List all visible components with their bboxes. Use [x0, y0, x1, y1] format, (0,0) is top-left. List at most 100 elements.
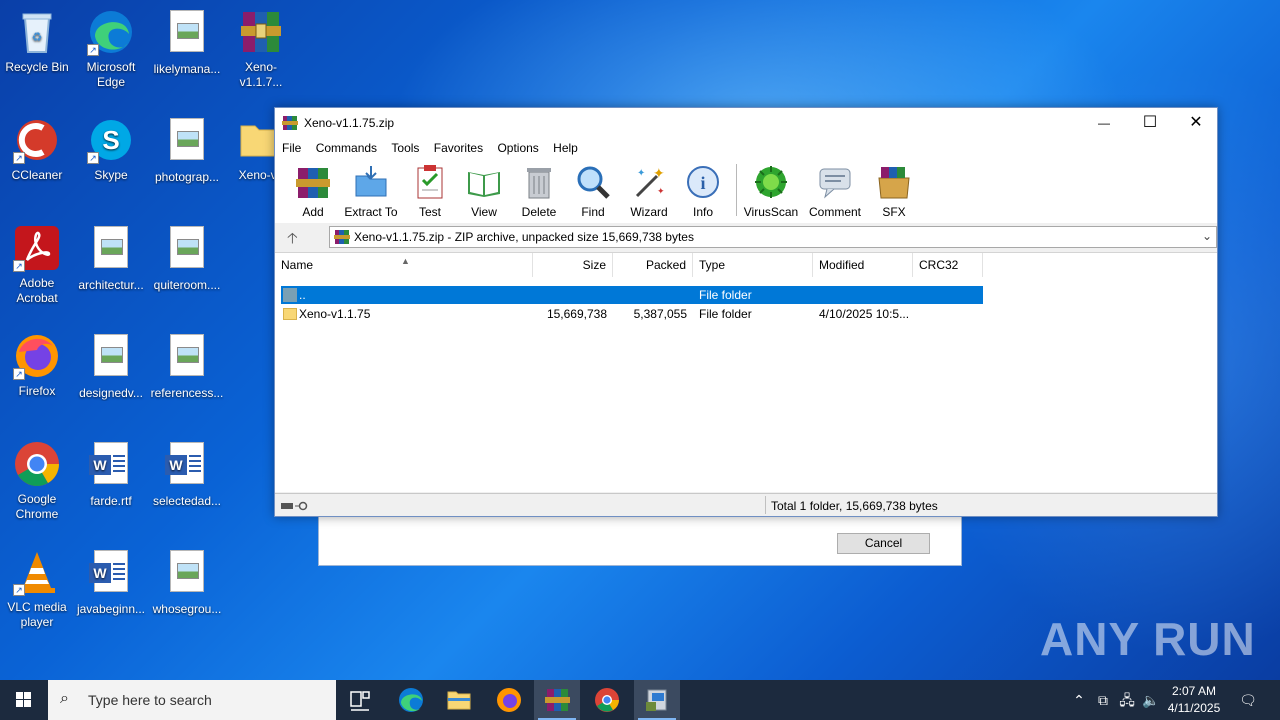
desktop-icon-edge[interactable]: ↗ Microsoft Edge [74, 8, 148, 90]
info-icon: i [685, 164, 721, 200]
taskbar-chrome[interactable] [584, 680, 630, 720]
winrar-window: Xeno-v1.1.75.zip — ☐ ✕ File Commands Too… [274, 107, 1218, 517]
drive-key-icon [281, 500, 311, 511]
taskbar-winrar[interactable] [534, 680, 580, 720]
desktop-icon-xeno-zip[interactable]: Xeno-v1.1.7... [224, 8, 298, 90]
test-button[interactable]: Test [411, 164, 449, 219]
info-button[interactable]: i Info [685, 164, 721, 219]
comment-label: Comment [808, 205, 861, 219]
comment-button[interactable]: Comment [807, 164, 863, 219]
desktop-icon-ccleaner[interactable]: ↗ CCleaner [0, 116, 74, 183]
cancel-button[interactable]: Cancel [837, 533, 930, 554]
network-icon[interactable]: 🖧 [1116, 680, 1138, 720]
status-bar: Total 1 folder, 15,669,738 bytes [275, 493, 1217, 516]
cell-size: 15,669,738 [546, 307, 607, 321]
desktop-icon-vlc[interactable]: ↗ VLC media player [0, 548, 74, 630]
close-button[interactable]: ✕ [1173, 108, 1219, 138]
table-row[interactable]: .. File folder [281, 286, 983, 304]
desktop-icon-label: referencess... [150, 386, 224, 400]
taskbar-file-explorer[interactable] [436, 680, 482, 720]
desktop-icon-label: CCleaner [11, 168, 63, 182]
virus-icon [753, 164, 789, 200]
column-size[interactable]: Size [533, 253, 613, 277]
desktop-icon-whosegrou[interactable]: whosegrou... [150, 548, 224, 617]
view-button[interactable]: View [463, 164, 505, 219]
desktop-icon-google-chrome[interactable]: Google Chrome [0, 440, 74, 522]
title-bar[interactable]: Xeno-v1.1.75.zip — ☐ ✕ [275, 108, 1217, 138]
winrar-icon [334, 230, 350, 244]
desktop-icon-referencess[interactable]: referencess... [150, 332, 224, 401]
minimize-button[interactable]: — [1081, 108, 1127, 138]
archive-path-text: Xeno-v1.1.75.zip - ZIP archive, unpacked… [354, 230, 694, 244]
taskbar-edge[interactable] [388, 680, 434, 720]
cell-name: .. [299, 288, 306, 302]
column-packed[interactable]: Packed [613, 253, 693, 277]
desktop-icon-recycle-bin[interactable]: ♻ Recycle Bin [0, 8, 74, 75]
winrar-archive-icon [237, 8, 285, 56]
shortcut-arrow-icon: ↗ [13, 368, 25, 380]
find-button[interactable]: Find [575, 164, 611, 219]
cell-packed: 5,387,055 [633, 307, 687, 321]
maximize-button[interactable]: ☐ [1127, 108, 1173, 138]
taskbar-installer[interactable] [634, 680, 680, 720]
chevron-down-icon[interactable]: ⌄ [1202, 229, 1212, 243]
desktop-icon-javabeginn[interactable]: W javabeginn... [74, 548, 148, 617]
taskbar: ⌕ Type here to search ⌃ ⧉ 🖧 🔈 2:07 AM 4/… [0, 680, 1280, 720]
test-label: Test [418, 205, 441, 219]
desktop-icon-adobe-acrobat[interactable]: ↗ Adobe Acrobat [0, 224, 74, 306]
desktop-icon-skype[interactable]: S ↗ Skype [74, 116, 148, 183]
add-button[interactable]: Add [293, 164, 333, 219]
search-placeholder: Type here to search [88, 692, 212, 708]
task-view-button[interactable] [337, 680, 383, 720]
menu-tools[interactable]: Tools [391, 138, 419, 155]
taskbar-search[interactable]: ⌕ Type here to search [48, 680, 336, 720]
wizard-button[interactable]: ✦ ✦ ✦ Wizard [627, 164, 671, 219]
virusscan-button[interactable]: VirusScan [743, 164, 799, 219]
archive-path-field[interactable]: Xeno-v1.1.75.zip - ZIP archive, unpacked… [329, 226, 1217, 248]
desktop-icon-label: photograp... [154, 170, 220, 184]
desktop-icon-photograp[interactable]: photograp... [150, 116, 224, 185]
installer-icon [646, 689, 667, 711]
svg-text:✦: ✦ [657, 186, 665, 196]
menu-options[interactable]: Options [497, 138, 538, 155]
column-name[interactable]: Name ▲ [275, 253, 533, 277]
meet-now-icon[interactable]: ⧉ [1092, 680, 1114, 720]
show-hidden-icons-button[interactable]: ⌃ [1068, 680, 1090, 720]
desktop-icon-architecture[interactable]: architectur... [74, 224, 148, 293]
column-crc32[interactable]: CRC32 [913, 253, 983, 277]
volume-icon[interactable]: 🔈 [1140, 680, 1162, 720]
menu-commands[interactable]: Commands [316, 138, 377, 155]
desktop-icon-label: VLC media player [7, 600, 67, 629]
sfx-button[interactable]: SFX [873, 164, 915, 219]
column-modified[interactable]: Modified [813, 253, 913, 277]
menu-favorites[interactable]: Favorites [434, 138, 483, 155]
delete-button[interactable]: Delete [519, 164, 559, 219]
desktop-icon-selectedad[interactable]: W selectedad... [150, 440, 224, 509]
desktop-icon-label: quiteroom.... [153, 278, 221, 292]
up-arrow-icon[interactable]: 🡡 [287, 228, 298, 253]
notifications-icon[interactable]: 🗨 [1234, 680, 1262, 720]
add-archive-icon [295, 164, 331, 200]
shortcut-arrow-icon: ↗ [13, 260, 25, 272]
start-button[interactable] [0, 680, 48, 720]
desktop-icon-quiteroom[interactable]: quiteroom.... [150, 224, 224, 293]
chrome-icon [595, 688, 619, 712]
anyrun-watermark: ANY RUN [1040, 613, 1256, 665]
extract-to-button[interactable]: Extract To [343, 164, 399, 219]
menu-help[interactable]: Help [553, 138, 578, 155]
shortcut-arrow-icon: ↗ [87, 44, 99, 56]
desktop-icon-farde[interactable]: W farde.rtf [74, 440, 148, 509]
ccleaner-icon: ↗ [13, 116, 61, 164]
desktop-icon-likelymana[interactable]: likelymana... [150, 8, 224, 77]
view-label: View [471, 205, 497, 219]
table-row[interactable]: Xeno-v1.1.75 15,669,738 5,387,055 File f… [281, 305, 983, 323]
trash-icon [521, 164, 557, 200]
svg-text:♻: ♻ [32, 30, 43, 44]
desktop-icon-label: Skype [94, 168, 128, 182]
column-type[interactable]: Type [693, 253, 813, 277]
taskbar-firefox[interactable] [486, 680, 532, 720]
menu-file[interactable]: File [282, 138, 301, 155]
clock[interactable]: 2:07 AM 4/11/2025 [1160, 683, 1228, 717]
desktop-icon-firefox[interactable]: ↗ Firefox [0, 332, 74, 399]
desktop-icon-designedv[interactable]: designedv... [74, 332, 148, 401]
